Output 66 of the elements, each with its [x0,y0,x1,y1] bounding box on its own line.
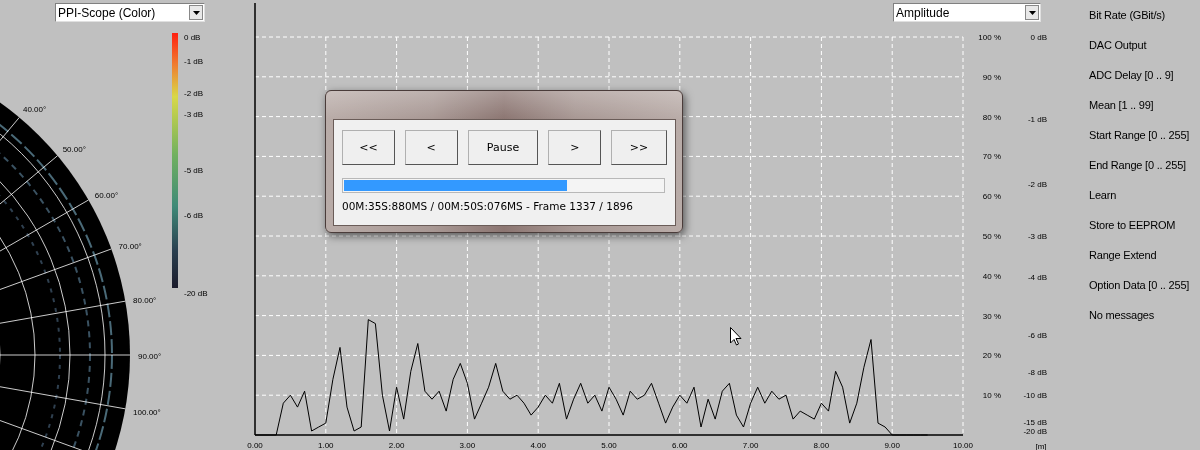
x-tick-label: 7.00 [742,441,759,450]
angle-label: 60.00° [94,191,119,200]
db-tick-label: -10 dB [1023,391,1047,401]
y-tick-label: 20 % [982,351,1001,361]
playback-status: 00M:35S:880MS / 00M:50S:076MS - Frame 1337 / 1896 [342,200,634,212]
scale-label: -3 dB [184,110,204,119]
parameter-label: No messages [1089,308,1156,323]
angle-label: 80.00° [133,296,157,306]
x-tick-label: 1.00 [318,441,334,450]
scale-label: -5 dB [184,166,204,175]
y-tick-label: 90 % [982,72,1001,82]
scale-label: -2 dB [184,89,204,98]
y-tick-label: 100 % [978,33,1001,42]
parameter-label: Store to EEPROM [1089,218,1177,233]
parameter-label: Bit Rate (GBit/s) [1089,8,1167,23]
db-tick-label: -1 dB [1027,114,1047,124]
y-tick-label: 80 % [982,112,1001,122]
db-tick-label: -4 dB [1027,272,1047,282]
parameter-label: Option Data [0 .. 255] [1089,278,1190,293]
y-tick-label: 70 % [982,152,1001,162]
x-tick-label: 5.00 [601,441,617,450]
y-tick-label: 30 % [982,311,1001,321]
db-tick-label: -8 dB [1027,367,1047,377]
db-tick-label: -3 dB [1027,231,1047,241]
parameter-label: Range Extend [1089,248,1158,263]
parameter-label: ADC Delay [0 .. 9] [1089,68,1175,83]
mouse-pointer-icon [730,327,742,346]
playback-button[interactable]: > [548,130,602,165]
x-tick-label: 8.00 [813,441,830,450]
angle-label: 50.00° [62,145,86,154]
playback-button[interactable]: Pause [467,130,539,165]
y-tick-label: 40 % [982,271,1001,281]
parameter-label: End Range [0 .. 255] [1089,158,1187,173]
scale-label: -1 dB [184,57,204,66]
y-tick-label: 60 % [982,192,1001,202]
db-tick-label: 0 dB [1030,33,1047,42]
view-select[interactable]: Amplitude [893,3,1041,22]
x-tick-label: 6.00 [672,441,688,450]
x-tick-label: 2.00 [388,441,405,450]
playback-button[interactable]: << [342,130,395,165]
x-tick-label: 9.00 [884,441,900,450]
db-tick-label: -20 dB [1023,427,1047,436]
db-tick-label: -6 dB [1027,331,1047,341]
parameter-label: Start Range [0 .. 255] [1089,128,1190,143]
parameter-label: Learn [1089,188,1118,203]
angle-label: 90.00° [138,352,162,361]
y-tick-label: 10 % [982,391,1001,401]
view-select[interactable]: PPI-Scope (Color) [55,3,205,22]
playback-button[interactable]: >> [611,130,667,165]
x-tick-label: 4.00 [530,441,546,450]
db-tick-label: -15 dB [1023,418,1047,428]
angle-label: 100.00° [133,407,161,417]
parameter-label: Mean [1 .. 99] [1089,98,1155,113]
parameter-label: DAC Output [1089,38,1148,53]
angle-label: 40.00° [23,105,47,115]
angle-label: 70.00° [118,241,142,251]
y-tick-label: 50 % [982,232,1001,241]
x-axis-unit: [m] [1035,442,1047,450]
scale-label: -6 dB [184,211,204,220]
playback-button[interactable]: < [404,130,458,165]
x-tick-label: 3.00 [459,441,476,450]
db-tick-label: -2 dB [1027,179,1047,189]
x-tick-label: 10.00 [953,441,973,450]
scale-label: -20 dB [184,289,208,298]
scale-label: 0 dB [184,33,201,42]
x-tick-label: 0.00 [247,441,263,450]
